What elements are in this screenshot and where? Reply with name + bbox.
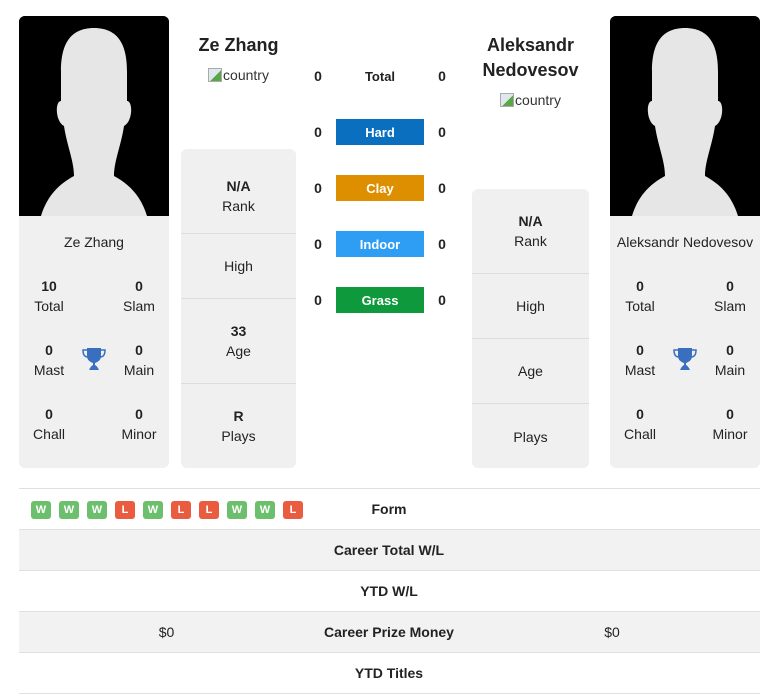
h2h-surface-row-hard: 0 Hard 0 xyxy=(300,118,460,146)
player1-challenger-titles: 0 Chall xyxy=(33,406,65,442)
h2h-surface-row-grass: 0 Grass 0 xyxy=(300,286,460,314)
player1-rank: N/A Rank xyxy=(181,149,296,234)
form-badge-win: W xyxy=(227,501,247,519)
player2-plays: Plays xyxy=(513,428,548,445)
surface-badge-indoor: Indoor xyxy=(336,231,424,257)
avatar-silhouette-icon xyxy=(19,16,169,216)
surface-badge-grass: Grass xyxy=(336,287,424,313)
h2h-surface-p1: 0 xyxy=(314,292,322,308)
h2h-surface-p2: 0 xyxy=(438,180,446,196)
player2-masters-titles: 0 Mast xyxy=(624,342,656,378)
player1-masters-titles: 0 Mast xyxy=(33,342,65,378)
form-badge-loss: L xyxy=(171,501,191,519)
comparison-row: YTD Titles xyxy=(19,653,760,694)
player1-high: High xyxy=(181,234,296,299)
h2h-surface-row-indoor: 0 Indoor 0 xyxy=(300,230,460,258)
form-badge-loss: L xyxy=(283,501,303,519)
h2h-total-p1: 0 xyxy=(314,68,322,84)
comparison-label: Career Total W/L xyxy=(333,542,445,558)
h2h-surface-p1: 0 xyxy=(314,180,322,196)
player2-rank: N/A Rank xyxy=(472,189,589,274)
h2h-surface-p1: 0 xyxy=(314,124,322,140)
player2-age: Age xyxy=(472,339,589,404)
trophy-icon xyxy=(672,346,698,372)
form-badge-win: W xyxy=(87,501,107,519)
player1-total-titles: 10 Total xyxy=(34,278,64,314)
form-badge-win: W xyxy=(143,501,163,519)
form-row: WWWLWLLWWL Form xyxy=(19,489,760,530)
player1-age: 33 Age xyxy=(181,299,296,384)
comparison-p2-value xyxy=(464,653,760,693)
h2h-total-label: Total xyxy=(364,68,396,84)
player2-card-name: Aleksandr Nedovesov xyxy=(616,234,754,250)
form-badge-win: W xyxy=(255,501,275,519)
player2-high: High xyxy=(472,274,589,339)
comparison-p1-value xyxy=(19,653,314,693)
player2-slam-titles: 0 Slam xyxy=(714,278,746,314)
form-badge-win: W xyxy=(31,501,51,519)
player2-main-titles: 0 Main xyxy=(714,342,746,378)
trophy-icon xyxy=(81,346,107,372)
comparison-table: WWWLWLLWWL Form Career Total W/L YTD W/L $… xyxy=(19,488,760,694)
form-badge-win: W xyxy=(59,501,79,519)
comparison-p1-value xyxy=(19,530,314,570)
h2h-surface-p2: 0 xyxy=(438,124,446,140)
form-badge-loss: L xyxy=(115,501,135,519)
comparison-p2-value: $0 xyxy=(604,624,620,640)
comparison-p1-value: $0 xyxy=(158,624,175,640)
comparison-row: Career Total W/L xyxy=(19,530,760,571)
player1-name[interactable]: Ze Zhang xyxy=(181,33,296,58)
player1-main-titles: 0 Main xyxy=(123,342,155,378)
comparison-row: $0 Career Prize Money $0 xyxy=(19,612,760,653)
player1-card-name: Ze Zhang xyxy=(64,234,124,250)
comparison-label: YTD Titles xyxy=(354,665,424,681)
comparison-p2-value xyxy=(464,571,760,611)
player1-slam-titles: 0 Slam xyxy=(123,278,155,314)
comparison-p2-value xyxy=(464,530,760,570)
broken-image-icon xyxy=(500,93,515,107)
avatar-silhouette-icon xyxy=(610,16,760,216)
form-badge-loss: L xyxy=(199,501,219,519)
form-badges: WWWLWLLWWL xyxy=(31,501,303,519)
h2h-surface-p2: 0 xyxy=(438,236,446,252)
comparison-label: YTD W/L xyxy=(360,583,418,599)
player1-minor-titles: 0 Minor xyxy=(121,406,157,442)
surface-badge-clay: Clay xyxy=(336,175,424,201)
player1-photo xyxy=(19,16,169,216)
player2-card: Aleksandr Nedovesov 0 Total 0 Slam 0 Mast 0… xyxy=(610,216,760,468)
h2h-surface-p1: 0 xyxy=(314,236,322,252)
form-label: Form xyxy=(371,501,407,517)
player2-total-titles: 0 Total xyxy=(625,278,655,314)
player2-info-panel: N/A Rank High Age Plays xyxy=(472,189,589,468)
comparison-p1-value xyxy=(19,571,314,611)
player2-challenger-titles: 0 Chall xyxy=(624,406,656,442)
player2-photo xyxy=(610,16,760,216)
player2-minor-titles: 0 Minor xyxy=(712,406,748,442)
surface-badge-hard: Hard xyxy=(336,119,424,145)
player2-country-flag: country xyxy=(472,92,589,108)
h2h-surface-p2: 0 xyxy=(438,292,446,308)
comparison-label: Career Prize Money xyxy=(324,624,454,640)
player2-name[interactable]: Aleksandr Nedovesov xyxy=(472,33,589,83)
h2h-total-p2: 0 xyxy=(438,68,446,84)
player1-country-flag: country xyxy=(181,67,296,83)
player1-card: Ze Zhang 10 Total 0 Slam 0 Mast 0 Main 0 Chal… xyxy=(19,216,169,468)
player1-plays: R Plays xyxy=(221,408,256,444)
h2h-total-row: 0 Total 0 xyxy=(300,62,460,90)
broken-image-icon xyxy=(208,68,223,82)
h2h-surface-row-clay: 0 Clay 0 xyxy=(300,174,460,202)
comparison-row: YTD W/L xyxy=(19,571,760,612)
player1-info-panel: N/A Rank High 33 Age R Plays xyxy=(181,149,296,468)
